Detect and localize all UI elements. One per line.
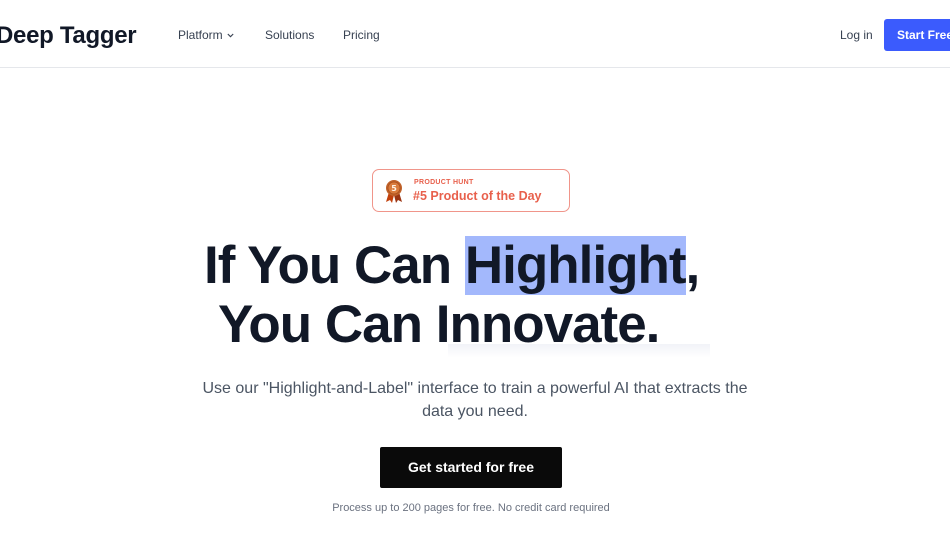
nav-platform[interactable]: Platform: [178, 28, 234, 42]
product-hunt-badge[interactable]: 5 PRODUCT HUNT #5 Product of the Day: [372, 169, 570, 212]
hero-subtitle: Use our "Highlight-and-Label" interface …: [202, 380, 748, 420]
nav-solutions[interactable]: Solutions: [265, 28, 314, 42]
headline-shadow: [448, 344, 710, 358]
headline-comma: ,: [685, 236, 701, 295]
free-pages-note: Process up to 200 pages for free. No cre…: [332, 502, 610, 514]
start-free-button[interactable]: Start Free: [884, 19, 950, 51]
login-link[interactable]: Log in: [840, 28, 873, 42]
nav-platform-label: Platform: [178, 28, 223, 42]
medal-number: 5: [391, 184, 397, 193]
top-navbar: Deep Tagger Platform Solutions Pricing L…: [0, 0, 950, 68]
badge-label-small: PRODUCT HUNT: [414, 179, 474, 186]
nav-pricing[interactable]: Pricing: [343, 28, 380, 42]
hero-headline-line1: If You Can Highlight,: [0, 236, 950, 296]
medal-icon: 5: [386, 180, 402, 203]
chevron-down-icon: [227, 33, 234, 38]
get-started-button[interactable]: Get started for free: [380, 447, 562, 488]
logo[interactable]: Deep Tagger: [0, 22, 137, 50]
headline-text: If You Can: [204, 236, 465, 295]
highlighted-word: Highlight: [464, 236, 686, 295]
badge-label-main: #5 Product of the Day: [413, 189, 542, 203]
